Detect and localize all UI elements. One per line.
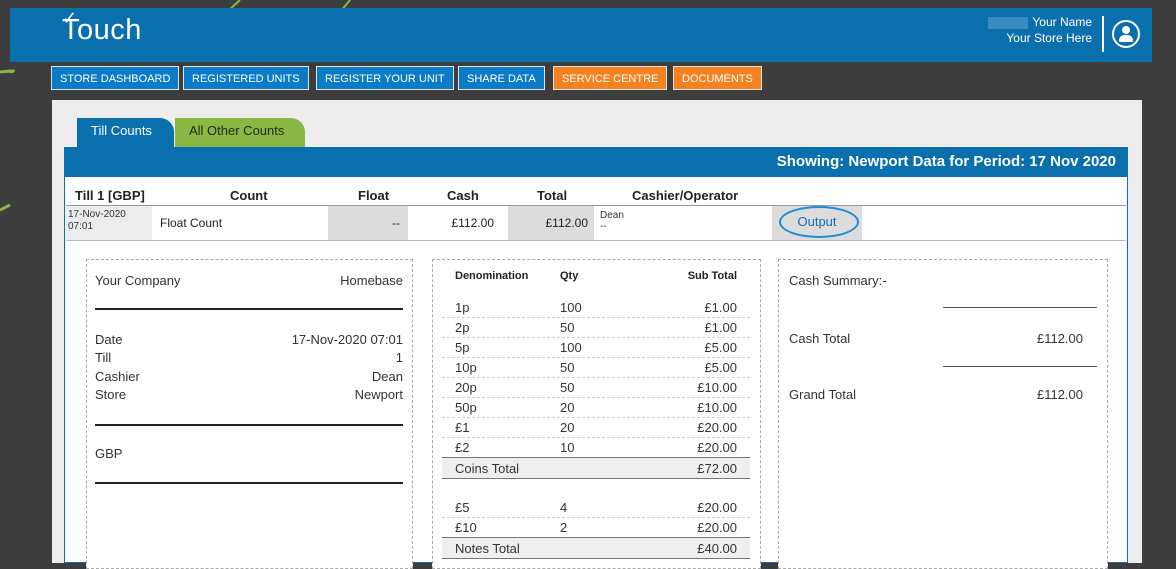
redacted-bar [988,16,1029,29]
receipt-card [86,259,413,569]
nav-share-data-button[interactable]: SHARE DATA [458,66,545,90]
header-divider [1102,16,1104,52]
app-header: ✓ Touch Your Name Your Store Here [10,8,1152,62]
store-value: Newport [354,387,403,402]
coin-row: £1 20 £20.00 [442,417,750,438]
coins-total-row: Coins Total £72.00 [442,457,750,479]
output-button[interactable]: Output [772,206,862,240]
app-logo[interactable]: Touch [62,14,142,47]
row-float: -- [328,206,408,240]
tab-all-other-counts[interactable]: All Other Counts [175,118,305,148]
col-till: Till 1 [GBP] [75,188,145,203]
notes-total-row: Notes Total £40.00 [442,537,750,559]
nav-store-dashboard-button[interactable]: STORE DASHBOARD [51,66,180,90]
user-info: Your Name Your Store Here [988,14,1092,46]
grand-total-value: £112.00 [1036,387,1083,402]
coin-row: £2 10 £20.00 [442,437,750,458]
row-divider [66,240,1126,241]
currency-label: GBP [95,446,123,461]
till-label: Till [95,350,112,365]
store-label: Your Store Here [1006,31,1092,45]
coin-row: 50p 20 £10.00 [442,397,750,418]
till-value: 1 [395,350,403,365]
cashier-value: Dean [371,369,403,384]
col-float: Float [358,188,390,203]
store-label-receipt: Store [95,387,127,402]
subtotal-header: Sub Total [687,270,737,282]
col-cash: Cash [447,188,479,203]
coin-row: 2p 50 £1.00 [442,317,750,338]
qty-header: Qty [560,270,579,282]
date-label: Date [95,332,123,347]
nav-registered-units-button[interactable]: REGISTERED UNITS [183,66,309,90]
user-avatar-icon[interactable] [1112,20,1140,48]
coin-row: 10p 50 £5.00 [442,357,750,378]
denomination-header: Denomination [455,270,529,282]
coin-row: 20p 50 £10.00 [442,377,750,398]
summary-divider [943,366,1097,367]
table-row[interactable]: 17-Nov-2020 07:01 Float Count -- £112.00… [66,206,1126,240]
cash-summary-title: Cash Summary:- [789,273,887,288]
showing-period-bar: Showing: Newport Data for Period: 17 Nov… [64,147,1128,177]
user-name: Your Name [1032,15,1092,29]
nav-service-centre-button[interactable]: SERVICE CENTRE [553,66,668,90]
grand-total-label: Grand Total [789,387,856,402]
cashier-label: Cashier [95,369,140,384]
row-datetime: 17-Nov-2020 07:01 [66,206,152,240]
nav-register-your-unit-button[interactable]: REGISTER YOUR UNIT [316,66,454,90]
col-total: Total [537,188,568,203]
summary-divider [943,307,1097,308]
col-count: Count [230,188,268,203]
row-count-type: Float Count [160,216,223,230]
cash-total-value: £112.00 [1036,331,1083,346]
cash-total-label: Cash Total [789,331,851,346]
receipt-divider [95,482,403,484]
tab-till-counts[interactable]: Till Counts [77,118,174,148]
store-brand: Homebase [340,273,403,288]
note-row: £10 2 £20.00 [442,517,750,538]
receipt-divider [95,424,403,426]
coin-row: 5p 100 £5.00 [442,337,750,358]
nav-documents-button[interactable]: DOCUMENTS [673,66,762,90]
row-cash: £112.00 [451,216,495,230]
row-cashier: Dean -- [600,210,624,232]
cash-summary-card [778,259,1108,569]
receipt-divider [95,308,403,310]
col-cashier: Cashier/Operator [632,188,739,203]
company-name: Your Company [95,273,181,288]
note-row: £5 4 £20.00 [442,497,750,518]
row-total: £112.00 [508,206,594,240]
coin-row: 1p 100 £1.00 [442,297,750,318]
date-value: 17-Nov-2020 07:01 [291,332,403,347]
